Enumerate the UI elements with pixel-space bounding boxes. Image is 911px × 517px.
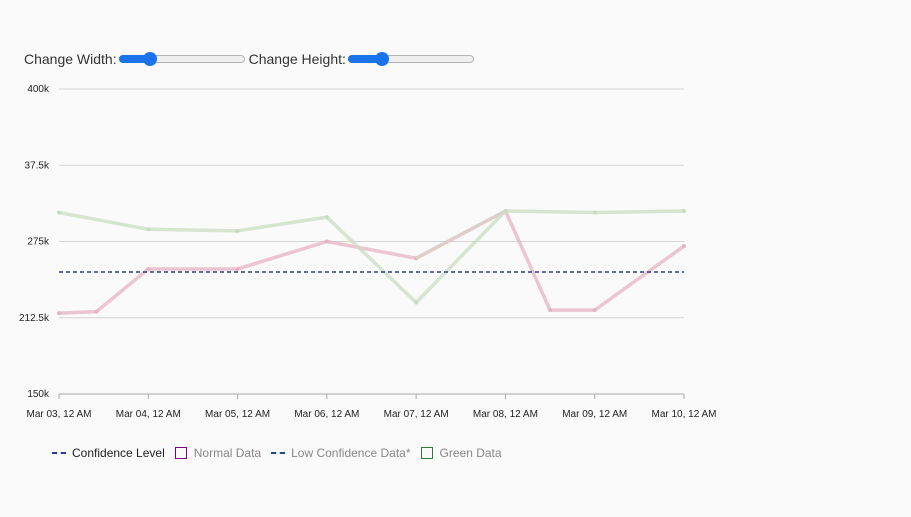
legend-swatch-2 [271, 452, 286, 454]
y-tick-label-3: 212.5k [19, 313, 50, 324]
y-tick-label-0: 400k [27, 84, 50, 95]
legend-item-3[interactable]: Green Data [420, 446, 502, 460]
series-line-1 [58, 209, 685, 305]
legend-swatch-3 [420, 447, 433, 459]
y-tick-label-4: 150k [27, 389, 50, 400]
x-tick-label-5: Mar 08, 12 AM [473, 409, 538, 420]
legend-label-0: Confidence Level [72, 446, 165, 460]
x-tick-label-2: Mar 05, 12 AM [205, 409, 270, 420]
series-1-point-1 [146, 227, 151, 232]
series-0-point-7 [548, 308, 553, 313]
series-0-point-3 [235, 266, 240, 271]
series-0-point-4 [324, 239, 329, 244]
low-confidence-segment-0 [415, 209, 507, 260]
x-tick-label-0: Mar 03, 12 AM [26, 409, 91, 420]
series-1-point-2 [235, 228, 240, 233]
legend-swatch-1 [174, 447, 187, 459]
series-1-point-4 [414, 300, 419, 305]
series-0-point-0 [57, 311, 61, 316]
x-tick-label-6: Mar 09, 12 AM [562, 409, 627, 420]
x-tick-label-7: Mar 10, 12 AM [651, 409, 716, 420]
line-chart: 400k 37.5k 275k 212.5k 150k Mar 03, 12 AM Mar … [19, 84, 717, 420]
series-0-point-2 [146, 266, 151, 271]
x-tick-label-3: Mar 06, 12 AM [294, 409, 359, 420]
series-1-point-7 [682, 209, 686, 213]
x-tick-label-1: Mar 04, 12 AM [116, 409, 181, 420]
legend-swatch-0 [52, 452, 66, 454]
legend-label-1: Normal Data [193, 446, 262, 460]
legend-item-1[interactable]: Normal Data [174, 446, 262, 460]
series-1-point-6 [592, 210, 597, 215]
legend-label-2: Low Confidence Data* [291, 446, 411, 460]
series-1-point-3 [324, 215, 329, 220]
legend-item-0[interactable]: Confidence Level [52, 446, 165, 460]
series-1-point-0 [57, 210, 61, 215]
y-tick-label-2: 275k [27, 237, 50, 248]
x-tick-label-4: Mar 07, 12 AM [384, 409, 449, 420]
series-0-point-8 [592, 308, 597, 313]
y-tick-label-1: 37.5k [25, 160, 50, 171]
series-0-point-1 [94, 309, 99, 314]
legend-label-3: Green Data [439, 446, 502, 460]
chart-legend: Confidence Level Normal Data Low Confidenc… [52, 446, 512, 460]
series-0-point-9 [682, 244, 686, 249]
legend-item-2[interactable]: Low Confidence Data* [271, 446, 411, 460]
